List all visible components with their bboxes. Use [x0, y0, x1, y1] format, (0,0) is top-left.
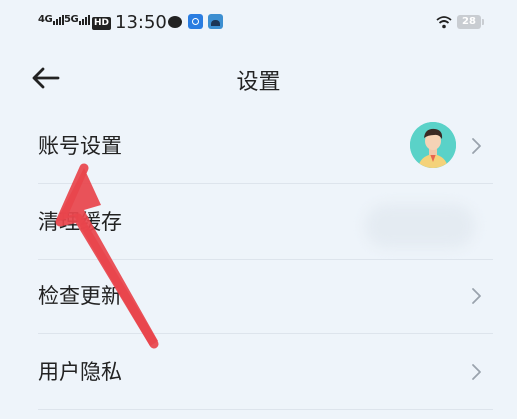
settings-item-account[interactable]: 账号设置 — [0, 108, 517, 184]
cache-size-blurred — [365, 204, 475, 248]
settings-item-label: 清理缓存 — [38, 210, 122, 234]
settings-item-clear-cache[interactable]: 清理缓存 — [0, 184, 517, 260]
chat-notification-icon — [168, 16, 182, 28]
divider — [38, 409, 493, 410]
status-time: 13:50 — [115, 12, 167, 33]
network-4g-indicator: 4G — [38, 14, 65, 25]
avatar-illustration — [410, 122, 456, 168]
network-4g-label: 4G — [38, 14, 53, 25]
hd-voice-badge: HD — [92, 17, 112, 30]
settings-item-label: 用户隐私 — [38, 360, 122, 384]
network-5g-label: 5G — [64, 14, 79, 25]
battery-indicator: 28 — [457, 15, 484, 29]
settings-item-check-update[interactable]: 检查更新 — [0, 258, 517, 334]
page-title: 设置 — [236, 70, 281, 95]
chevron-right-icon — [472, 288, 481, 304]
avatar — [410, 122, 456, 168]
settings-item-label: 账号设置 — [38, 134, 122, 158]
chevron-right-icon — [472, 138, 481, 154]
network-5g-indicator: 5G — [64, 14, 91, 25]
header-bar: 设置 — [0, 56, 517, 100]
chevron-right-icon — [472, 364, 481, 380]
settings-item-label: 检查更新 — [38, 284, 122, 308]
wifi-icon — [436, 16, 452, 29]
app-notification-icon — [188, 14, 203, 29]
app-notification-icon-2 — [208, 14, 223, 29]
status-bar: 4G 5G HD 13:50 28 — [0, 0, 517, 50]
settings-item-privacy[interactable]: 用户隐私 — [0, 334, 517, 410]
